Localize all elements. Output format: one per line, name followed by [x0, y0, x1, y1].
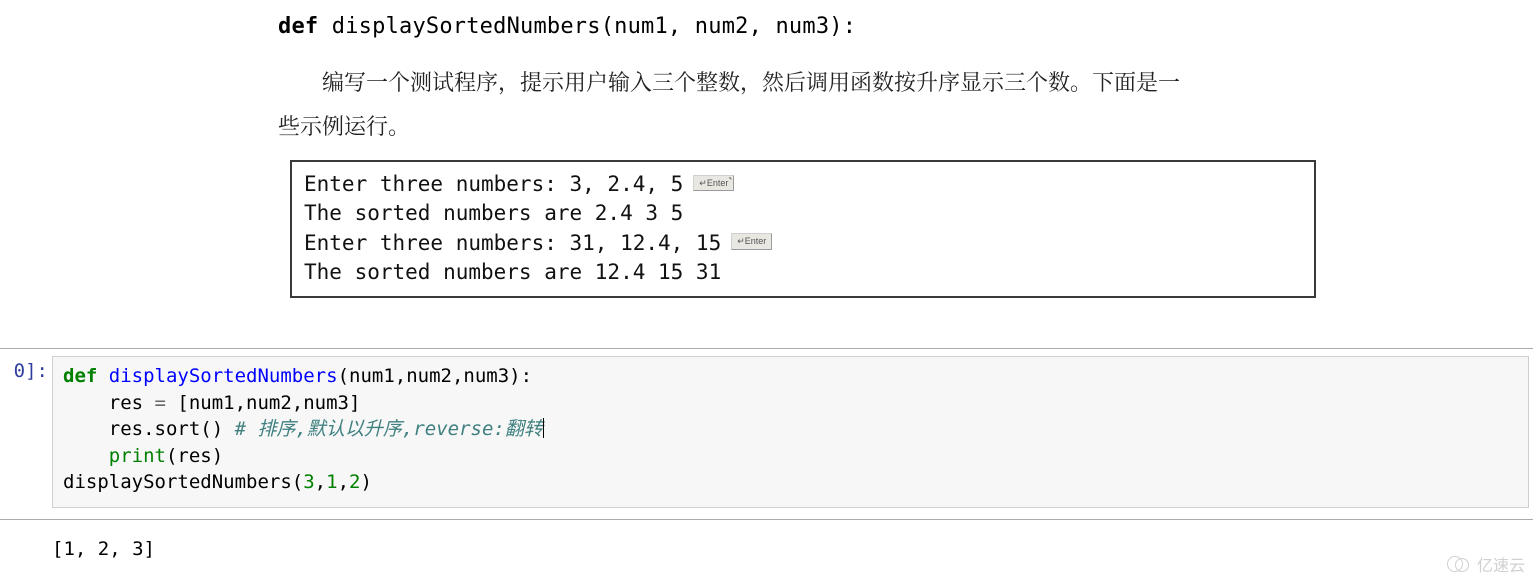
sample-line-3: Enter three numbers: 31, 12.4, 15↵Enter — [304, 229, 1302, 258]
tok-def: def — [63, 365, 97, 387]
cell-output: [1, 2, 3] — [52, 538, 155, 560]
sample-run-box: Enter three numbers: 3, 2.4, 5↵Enter The… — [290, 160, 1316, 298]
sample-line-4: The sorted numbers are 12.4 15 31 — [304, 258, 1302, 287]
sample-line-1: Enter three numbers: 3, 2.4, 5↵Enter — [304, 170, 1302, 199]
sample-line-2: The sorted numbers are 2.4 3 5 — [304, 199, 1302, 228]
function-signature: def displaySortedNumbers(num1, num2, num… — [278, 14, 856, 39]
enter-key-icon: ↵Enter — [731, 233, 772, 250]
code-editor[interactable]: def displaySortedNumbers(num1,num2,num3)… — [52, 356, 1529, 508]
watermark-text: 亿速云 — [1477, 552, 1525, 576]
description-line2: 些示例运行。 — [278, 104, 1328, 148]
watermark: 亿速云 — [1447, 552, 1525, 576]
tok-print: print — [109, 445, 166, 467]
problem-description: 编写一个测试程序，提示用户输入三个整数，然后调用函数按升序显示三个数。下面是一 … — [278, 60, 1328, 148]
text-cursor-icon — [543, 418, 544, 438]
keyword-def: def — [278, 14, 318, 39]
signature-rest: displaySortedNumbers(num1, num2, num3): — [318, 14, 856, 39]
tok-comment: # 排序,默认以升序,reverse:翻转 — [235, 418, 543, 440]
watermark-logo-icon — [1447, 556, 1473, 572]
stray-mark: ` — [728, 176, 733, 192]
input-prompt: 0]: — [0, 360, 48, 382]
description-line1: 编写一个测试程序，提示用户输入三个整数，然后调用函数按升序显示三个数。下面是一 — [278, 60, 1328, 104]
tok-funcname: displaySortedNumbers — [109, 365, 338, 387]
